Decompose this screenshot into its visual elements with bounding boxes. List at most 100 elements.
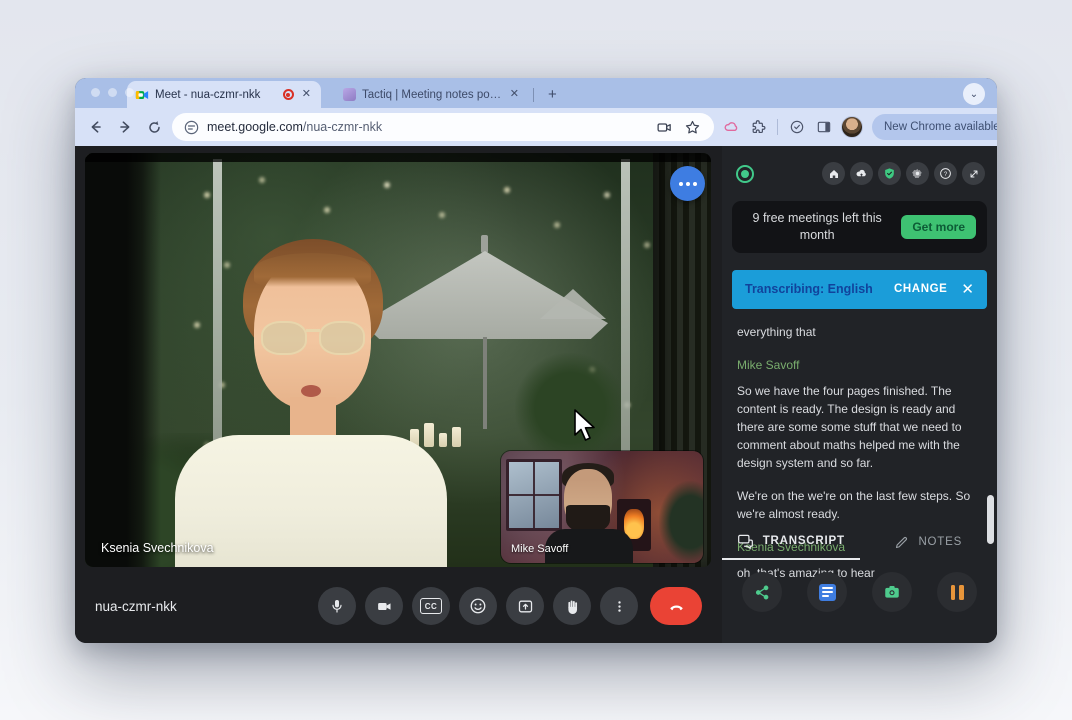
- speaker-hairline: [254, 253, 371, 287]
- tab-transcript-label: TRANSCRIPT: [762, 535, 845, 547]
- tab-close-icon[interactable]: ✕: [300, 88, 313, 101]
- page-content: Ksenia Svechnikova Mike Savoff nua-czmr-…: [75, 146, 997, 643]
- share-button[interactable]: [742, 572, 782, 612]
- camera-icon: [885, 586, 899, 598]
- forward-button[interactable]: [114, 116, 136, 138]
- chrome-update-label: New Chrome available: [884, 121, 997, 133]
- banner-close-icon[interactable]: ✕: [961, 282, 974, 297]
- screenshot-button[interactable]: [872, 572, 912, 612]
- camera-in-use-button[interactable]: [654, 117, 674, 137]
- captions-button[interactable]: CC: [412, 587, 450, 625]
- extension-pink-button[interactable]: [721, 117, 741, 137]
- present-screen-button[interactable]: [506, 587, 544, 625]
- quota-text: 9 free meetings left this month: [752, 211, 882, 242]
- plant-right: [515, 353, 625, 463]
- side-panel-button[interactable]: [814, 117, 834, 137]
- speaker-mouth: [301, 385, 321, 397]
- get-more-button[interactable]: Get more: [901, 214, 976, 239]
- end-call-icon: [669, 605, 683, 610]
- speaker-name: Mike Savoff: [737, 357, 800, 372]
- main-video-tile: Ksenia Svechnikova Mike Savoff: [85, 153, 711, 567]
- upload-button[interactable]: [850, 162, 873, 185]
- captions-icon: CC: [420, 598, 442, 614]
- reload-button[interactable]: [143, 116, 165, 138]
- tab-notes[interactable]: NOTES: [860, 524, 998, 560]
- transcript-paragraph: So we have the four pages finished. The …: [737, 383, 962, 470]
- help-button[interactable]: ?: [934, 162, 957, 185]
- pink-cloud-extension-icon: [724, 121, 737, 131]
- back-button[interactable]: [85, 116, 107, 138]
- tactiq-sidebar: ? 9 free meetings left this month Get mo…: [722, 146, 997, 643]
- export-to-docs-button[interactable]: [807, 572, 847, 612]
- meet-main-area: Ksenia Svechnikova Mike Savoff nua-czmr-…: [75, 146, 722, 643]
- home-icon: [829, 169, 838, 178]
- window-traffic-lights[interactable]: [91, 88, 134, 97]
- site-settings-tune-icon: [184, 120, 199, 134]
- chat-icon: [737, 534, 753, 549]
- tactiq-pinned-button[interactable]: [787, 117, 807, 137]
- meet-favicon-icon: [135, 90, 149, 99]
- sidebar-actions: [722, 572, 997, 612]
- glass-door-frame: [621, 159, 630, 459]
- smiley-icon: [470, 598, 486, 614]
- transcript-partial: everything that: [737, 324, 816, 339]
- transcribing-label: Transcribing: English: [745, 282, 873, 297]
- privacy-button[interactable]: [878, 162, 901, 185]
- participant-name-label: Mike Savoff: [511, 543, 569, 555]
- star-icon: [685, 120, 699, 133]
- meet-control-bar: nua-czmr-nkk CC: [75, 569, 722, 643]
- shield-check-icon: [885, 168, 894, 179]
- tab-transcript[interactable]: TRANSCRIPT: [722, 524, 860, 560]
- sidebar-tabs: TRANSCRIPT NOTES: [722, 524, 997, 560]
- candles: [410, 423, 461, 447]
- address-bar[interactable]: meet.google.com/nua-czmr-nkk: [172, 113, 714, 141]
- url-text: meet.google.com/nua-czmr-nkk: [207, 120, 382, 134]
- tab-notes-label: NOTES: [918, 536, 963, 548]
- participant-name-label: Ksenia Svechnikova: [101, 541, 214, 555]
- camera-button[interactable]: [365, 587, 403, 625]
- hand-icon: [567, 599, 577, 614]
- home-button[interactable]: [822, 162, 845, 185]
- tab-meet[interactable]: Meet - nua-czmr-nkk ✕: [127, 81, 321, 108]
- reactions-button[interactable]: [459, 587, 497, 625]
- transcript-paragraph: We're on the we're on the last few steps…: [737, 488, 971, 521]
- change-language-button[interactable]: CHANGE: [894, 283, 947, 295]
- profile-avatar[interactable]: [841, 116, 863, 138]
- microphone-button[interactable]: [318, 587, 356, 625]
- pencil-icon: [896, 536, 908, 548]
- chrome-update-button[interactable]: New Chrome available: [872, 114, 997, 140]
- floating-chat-button[interactable]: [670, 166, 705, 201]
- videocam-icon: [377, 602, 391, 610]
- quota-banner: 9 free meetings left this month Get more: [732, 201, 987, 253]
- new-tab-button[interactable]: +: [548, 86, 557, 108]
- pip-video-tile[interactable]: Mike Savoff: [501, 451, 703, 563]
- gear-icon: [912, 168, 922, 178]
- expand-diagonal-icon: [970, 170, 977, 177]
- browser-window: Meet - nua-czmr-nkk ✕ Tactiq | Meeting n…: [75, 78, 997, 643]
- pip-window: [506, 459, 562, 531]
- more-options-button[interactable]: [600, 587, 638, 625]
- resize-button[interactable]: [962, 162, 985, 185]
- url-path: /nua-czmr-nkk: [302, 120, 383, 134]
- cloud-upload-icon: [856, 169, 866, 178]
- umbrella-pole: [483, 337, 487, 429]
- recording-indicator-icon: [282, 89, 294, 100]
- pause-transcription-button[interactable]: [937, 572, 977, 612]
- share-icon: [755, 585, 768, 599]
- tab-separator: [533, 88, 534, 102]
- tab-close-icon[interactable]: ✕: [508, 88, 521, 101]
- speaker-shirt: [175, 435, 447, 567]
- extensions-button[interactable]: [748, 117, 768, 137]
- puzzle-piece-icon: [752, 119, 765, 133]
- tab-tactiq[interactable]: Tactiq | Meeting notes power ✕: [335, 81, 529, 108]
- present-icon: [518, 600, 532, 612]
- url-domain: meet.google.com: [207, 120, 303, 134]
- tab-search-chevron-icon[interactable]: ⌄: [963, 83, 985, 105]
- raise-hand-button[interactable]: [553, 587, 591, 625]
- settings-button[interactable]: [906, 162, 929, 185]
- end-call-button[interactable]: [650, 587, 702, 625]
- tactiq-header: ?: [722, 146, 997, 191]
- bookmark-button[interactable]: [682, 117, 702, 137]
- reload-icon: [148, 120, 160, 133]
- tab-title: Tactiq | Meeting notes power: [362, 88, 502, 101]
